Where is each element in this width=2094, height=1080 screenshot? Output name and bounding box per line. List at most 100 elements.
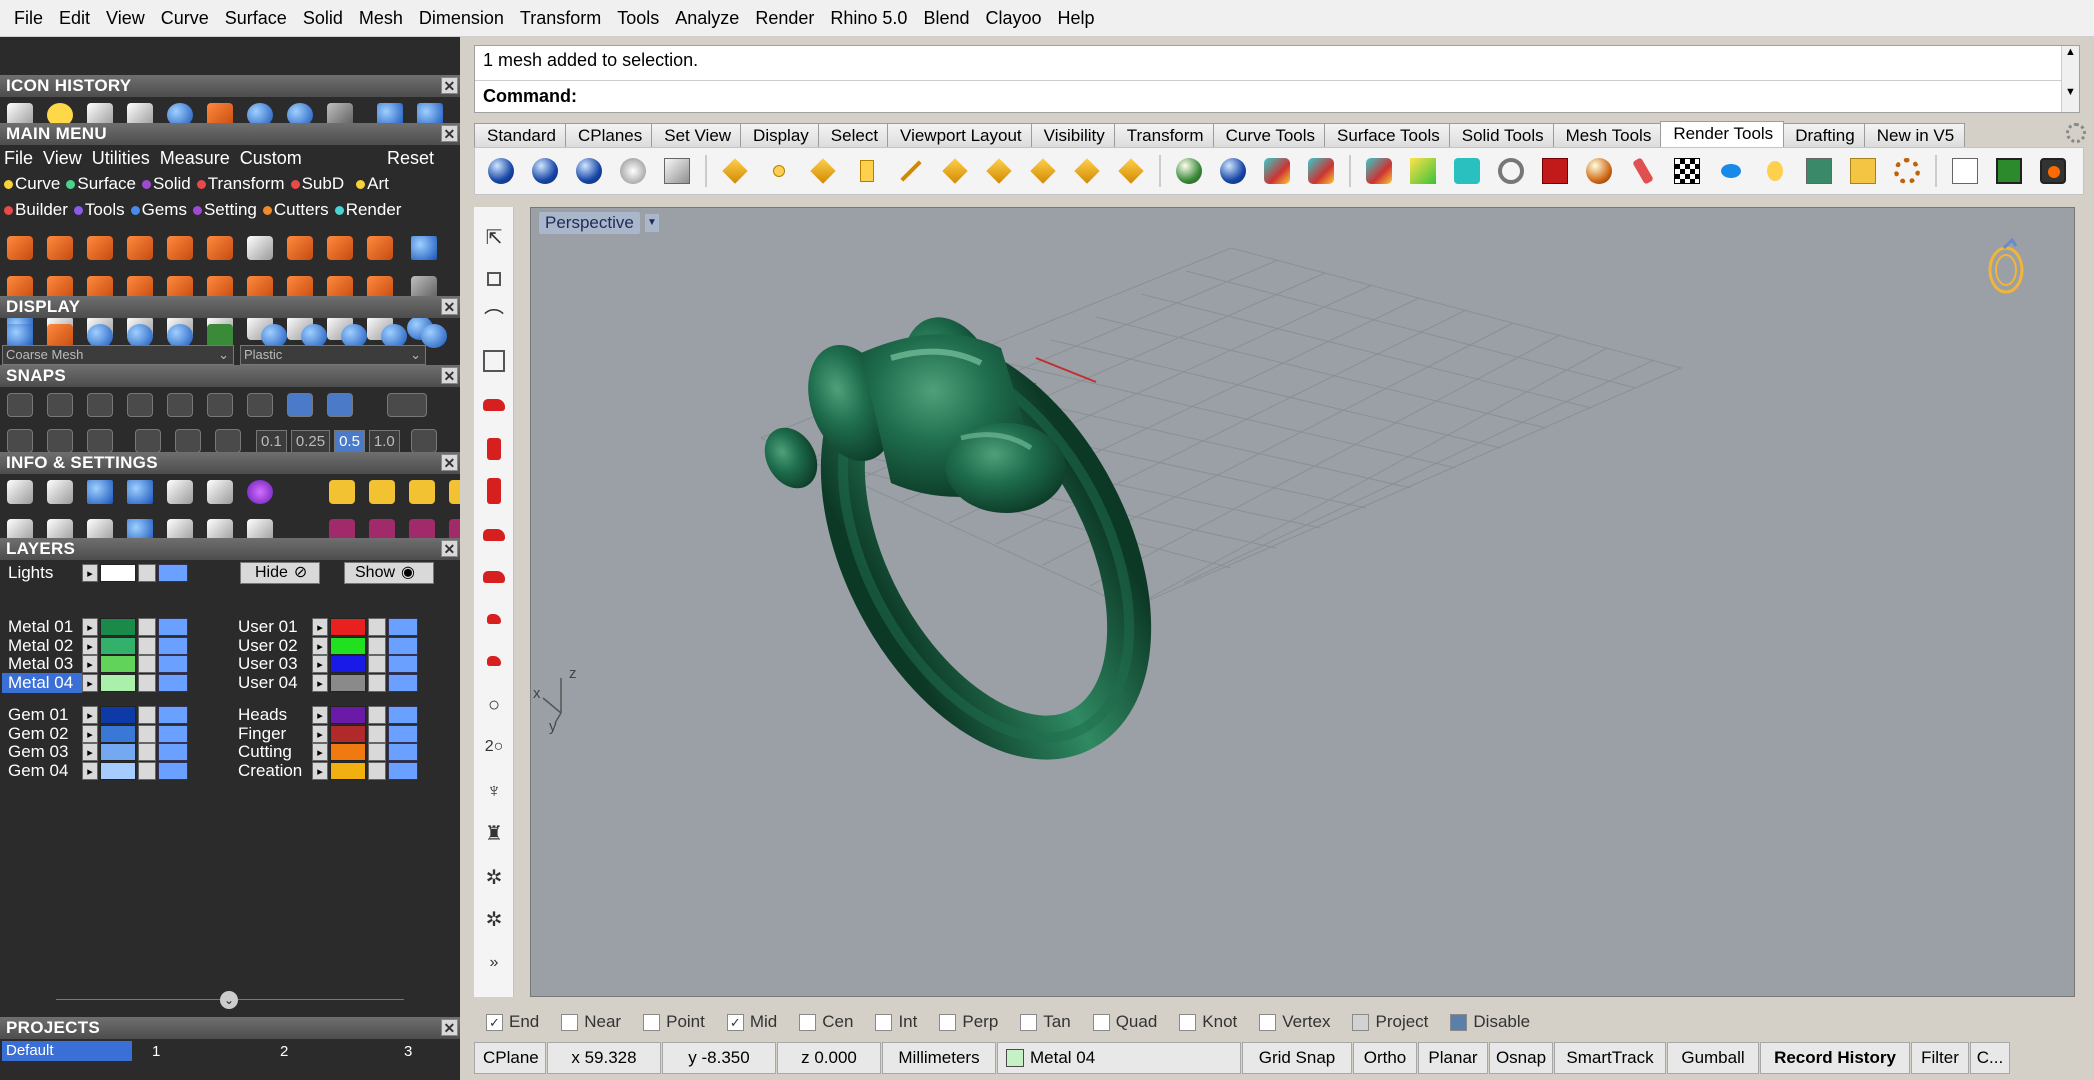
project-tab-2[interactable]: 2: [280, 1043, 288, 1060]
settings-panel-icon[interactable]: [1803, 155, 1835, 187]
lock-icon[interactable]: [368, 636, 386, 655]
tab-standard[interactable]: Standard: [474, 123, 567, 147]
bulb-icon[interactable]: [1759, 155, 1791, 187]
hide-button[interactable]: Hide ⊘: [240, 562, 320, 584]
visible-toggle[interactable]: [158, 618, 188, 636]
gear-icon[interactable]: [2066, 123, 2086, 143]
car-icon[interactable]: [480, 563, 508, 591]
folder-icon[interactable]: [1847, 155, 1879, 187]
project-default[interactable]: Default: [2, 1041, 132, 1061]
snap-perp-icon[interactable]: [282, 388, 318, 422]
close-icon[interactable]: ✕: [441, 1019, 458, 1036]
spotlight-icon[interactable]: [719, 155, 751, 187]
light-adjust-icon[interactable]: [1027, 155, 1059, 187]
snap-near-icon[interactable]: [42, 388, 78, 422]
tab-display[interactable]: Display: [740, 123, 820, 147]
command-scrollbar[interactable]: ▲ ▼: [2061, 46, 2079, 112]
menu-builder[interactable]: Builder: [15, 200, 68, 220]
record-icon[interactable]: [2037, 155, 2069, 187]
main-menu-view[interactable]: View: [43, 148, 82, 169]
layer-color[interactable]: [100, 636, 136, 655]
osnap-near[interactable]: Near: [561, 1012, 621, 1032]
filter-toggle[interactable]: Filter: [1911, 1042, 1969, 1074]
layer-color[interactable]: [100, 618, 136, 636]
snap-tan-icon[interactable]: [322, 388, 358, 422]
project-tab-1[interactable]: 1: [152, 1043, 160, 1060]
menu-edit[interactable]: Edit: [51, 8, 98, 29]
lock-icon[interactable]: [138, 743, 156, 761]
expand-icon[interactable]: ▸: [312, 743, 328, 761]
menu-render[interactable]: Render: [346, 200, 402, 220]
render-icon[interactable]: [485, 155, 517, 187]
control-points-icon[interactable]: [480, 265, 508, 293]
menu-render[interactable]: Render: [747, 8, 822, 29]
menu-transform[interactable]: Transform: [512, 8, 609, 29]
layer-color[interactable]: [100, 564, 136, 582]
snap-point-icon[interactable]: [122, 388, 158, 422]
visible-toggle[interactable]: [388, 636, 418, 655]
checkbox-icon[interactable]: [1259, 1013, 1277, 1031]
planar-toggle[interactable]: Planar: [1418, 1042, 1488, 1074]
osnap-vertex[interactable]: Vertex: [1259, 1012, 1330, 1032]
tool-icon[interactable]: [322, 231, 358, 265]
scroll-up-icon[interactable]: ▲: [2062, 46, 2079, 58]
visible-toggle[interactable]: [158, 706, 188, 724]
menu-transform[interactable]: Transform: [208, 174, 285, 194]
lock-icon[interactable]: [138, 724, 156, 743]
rectangular-light-icon[interactable]: [851, 155, 883, 187]
tab-visibility[interactable]: Visibility: [1030, 123, 1116, 147]
menu-blend[interactable]: Blend: [915, 8, 977, 29]
material-dropdown[interactable]: Plastic ⌄: [240, 345, 426, 365]
viewport-menu-arrow-icon[interactable]: ▼: [645, 214, 659, 232]
close-icon[interactable]: ✕: [441, 77, 458, 94]
visible-toggle[interactable]: [158, 655, 188, 673]
light-edit-icon[interactable]: [1071, 155, 1103, 187]
layer-color[interactable]: [100, 761, 136, 780]
car-icon[interactable]: [480, 521, 508, 549]
menu-help[interactable]: Help: [1050, 8, 1103, 29]
robot-icon[interactable]: ♜: [480, 819, 508, 847]
visible-toggle[interactable]: [388, 761, 418, 780]
menu-surface[interactable]: Surface: [77, 174, 136, 194]
play-icon[interactable]: [1993, 155, 2025, 187]
material-assign-icon[interactable]: [1217, 155, 1249, 187]
expand-icon[interactable]: ▸: [82, 655, 98, 673]
tab-new-in-v5[interactable]: New in V5: [1863, 123, 1966, 147]
lock-icon[interactable]: [368, 673, 386, 692]
zoom-2-icon[interactable]: 2○: [480, 733, 508, 761]
checkbox-icon[interactable]: ✓: [726, 1013, 744, 1031]
more-status[interactable]: C...: [1970, 1042, 2010, 1074]
checkbox-icon[interactable]: [561, 1013, 579, 1031]
close-icon[interactable]: ✕: [441, 125, 458, 142]
can-tall-icon[interactable]: [480, 477, 508, 505]
main-menu-file[interactable]: File: [4, 148, 33, 169]
checkbox-icon[interactable]: [1092, 1013, 1110, 1031]
visible-toggle[interactable]: [158, 743, 188, 761]
snap-mid-icon[interactable]: [162, 388, 198, 422]
snap-value-01[interactable]: 0.1: [256, 429, 287, 453]
tab-surface-tools[interactable]: Surface Tools: [1324, 123, 1451, 147]
collapse-icon[interactable]: ⌄: [220, 991, 238, 1009]
layer-row[interactable]: Creation ▸: [232, 760, 418, 782]
export-icon[interactable]: [444, 475, 460, 509]
tab-render-tools[interactable]: Render Tools: [1660, 121, 1785, 147]
layer-row[interactable]: Gem 04 ▸: [2, 760, 188, 782]
paste-icon[interactable]: [404, 475, 440, 509]
mapping-icon[interactable]: [1627, 155, 1659, 187]
tab-set-view[interactable]: Set View: [651, 123, 743, 147]
tab-select[interactable]: Select: [817, 123, 890, 147]
tool-icon[interactable]: [82, 231, 118, 265]
sun-icon[interactable]: [983, 155, 1015, 187]
menu-curve[interactable]: Curve: [15, 174, 60, 194]
menu-analyze[interactable]: Analyze: [667, 8, 747, 29]
ortho-toggle[interactable]: Ortho: [1353, 1042, 1417, 1074]
cursor-icon[interactable]: ⇱: [480, 223, 508, 251]
expand-icon[interactable]: ▸: [312, 618, 328, 636]
lock-icon[interactable]: [368, 743, 386, 761]
scroll-down-icon[interactable]: ▼: [2062, 86, 2079, 98]
checkbox-icon[interactable]: [1450, 1013, 1468, 1031]
tool-icon[interactable]: [122, 231, 158, 265]
lock-icon[interactable]: [138, 618, 156, 636]
osnap-point[interactable]: Point: [643, 1012, 705, 1032]
render-save-icon[interactable]: [661, 155, 693, 187]
